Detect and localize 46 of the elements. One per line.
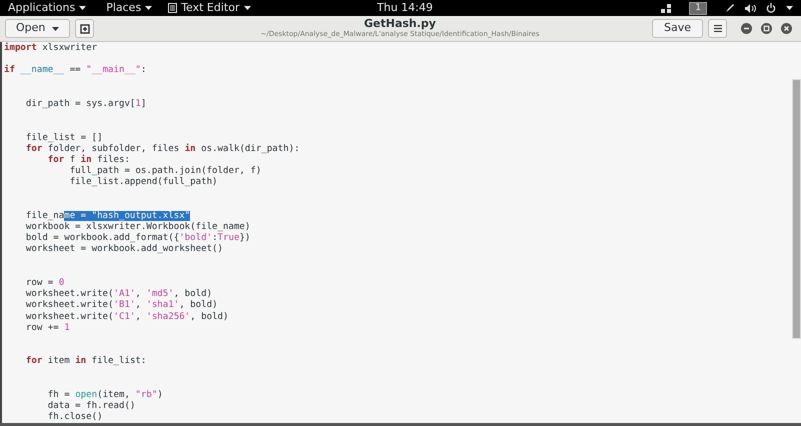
menu-icon xyxy=(714,25,722,32)
close-icon[interactable] xyxy=(781,23,792,34)
code-line: for f in files: xyxy=(46,154,130,165)
top-bar-menu[interactable]: Places xyxy=(106,0,152,16)
code-line: row = 0 xyxy=(24,278,64,288)
code-line: worksheet.write('B1', 'sha1', bold) xyxy=(24,300,218,310)
code-line: worksheet = workbook.add_worksheet() xyxy=(24,244,223,254)
code-line: workbook = xlsxwriter.Workbook(file_name) xyxy=(24,222,250,232)
code-line: file_list = [] xyxy=(24,132,103,142)
code-line: fh.close() xyxy=(46,412,103,422)
pen-icon[interactable] xyxy=(725,3,735,13)
top-bar-menu[interactable]: Applications xyxy=(8,0,86,16)
code-line: for item in file_list: xyxy=(24,356,146,366)
document-icon xyxy=(168,3,178,13)
menu-button[interactable] xyxy=(708,19,727,38)
code-line: worksheet.write('C1', 'sha256', bold) xyxy=(24,312,228,322)
new-tab-button[interactable] xyxy=(75,19,94,38)
window-title: GetHash.py xyxy=(364,18,436,30)
code-line: fh = open(item, "rb") xyxy=(46,390,163,400)
code-line: worksheet.write('A1', 'md5', bold) xyxy=(24,289,212,300)
save-button[interactable]: Save xyxy=(652,19,703,38)
minimize-icon[interactable] xyxy=(741,23,752,34)
code-line: if __name__ == "__main__": xyxy=(4,65,146,76)
caret-icon xyxy=(786,6,793,10)
code-line: row += 1 xyxy=(24,322,70,333)
top-bar-menu[interactable]: Text Editor xyxy=(168,0,250,16)
code-line: import xlsxwriter xyxy=(4,43,98,53)
power-icon[interactable] xyxy=(766,3,776,13)
code-line: dir_path = sys.argv[1] xyxy=(24,98,146,109)
open-button[interactable]: Open xyxy=(5,19,70,38)
code-line: bold = workbook.add_format({'bold':True}) xyxy=(24,233,250,244)
caret-icon xyxy=(52,26,60,30)
add-document-icon xyxy=(80,24,90,34)
volume-icon[interactable] xyxy=(745,4,756,12)
caret-icon xyxy=(79,6,86,10)
clock[interactable]: Thu 14:49 xyxy=(377,0,433,16)
maximize-icon[interactable] xyxy=(761,23,772,34)
caret-icon xyxy=(145,6,152,10)
caret-icon xyxy=(244,6,250,10)
workspace-indicator[interactable]: 1 xyxy=(689,2,707,14)
scrollbar[interactable] xyxy=(792,79,801,339)
code-line: data = fh.read() xyxy=(46,401,136,411)
code-line: full_path = os.path.join(folder, f) xyxy=(68,166,262,176)
code-line: file_name = "hash_output.xlsx" xyxy=(24,210,190,221)
code-line: file_list.append(full_path) xyxy=(68,177,218,188)
code-line: for folder, subfolder, files in os.walk(dir_path): xyxy=(24,144,300,154)
